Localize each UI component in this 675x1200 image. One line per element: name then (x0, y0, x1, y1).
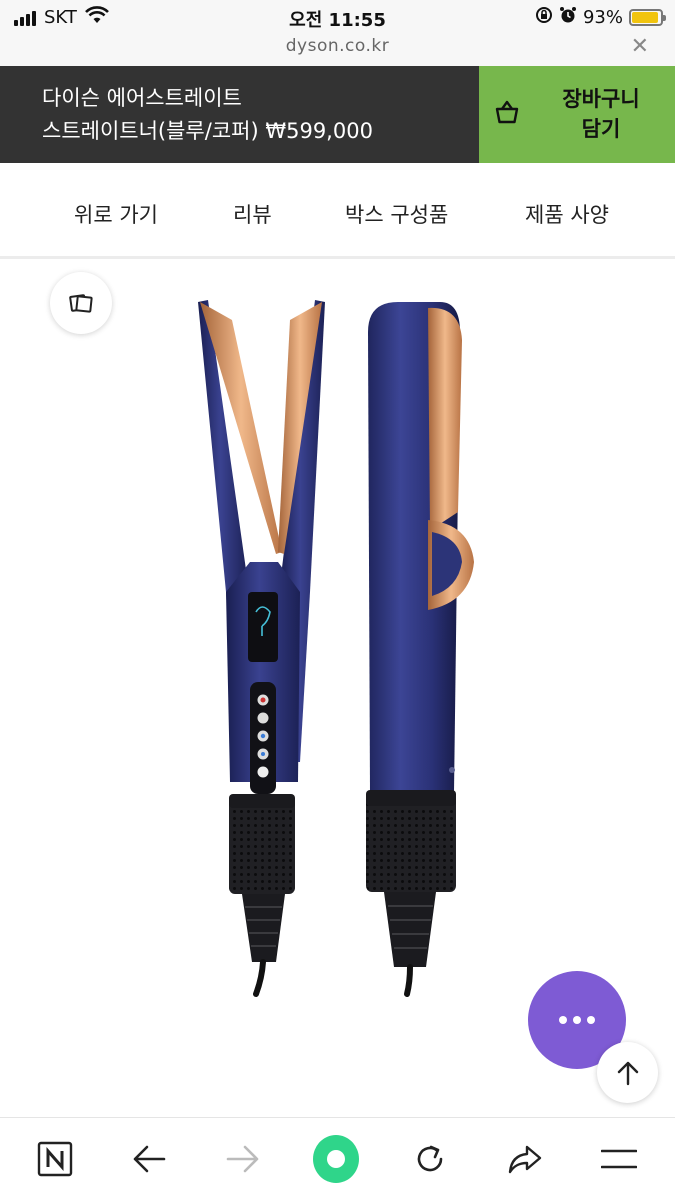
status-right: 93% (535, 6, 666, 29)
more-icon (559, 1016, 567, 1024)
cart-label-line1: 장바구니 (562, 87, 640, 111)
status-bar: SKT 오전 11:55 93% (0, 0, 675, 34)
back-icon (133, 1145, 166, 1173)
battery-icon (629, 9, 666, 26)
gallery-button[interactable] (50, 272, 112, 334)
straightener-open (198, 300, 325, 997)
browser-toolbar (0, 1117, 675, 1200)
orientation-lock-icon (535, 6, 553, 29)
product-name-line1: 다이슨 에어스트레이트 (42, 86, 242, 110)
tab-box-contents[interactable]: 박스 구성품 (345, 199, 448, 229)
menu-icon (601, 1149, 637, 1169)
product-image-area (0, 262, 675, 1117)
forward-icon (226, 1145, 259, 1173)
url-bar[interactable]: dyson.co.kr ✕ (0, 34, 675, 66)
tab-go-top[interactable]: 위로 가기 (74, 199, 158, 229)
back-button[interactable] (126, 1136, 172, 1182)
product-header: 다이슨 에어스트레이트 스트레이트너(블루/코퍼) ₩599,000 장바구니 … (0, 66, 675, 163)
cart-label: 장바구니 담기 (537, 84, 665, 144)
reload-button[interactable] (407, 1136, 453, 1182)
naver-icon (37, 1141, 73, 1177)
share-icon (508, 1145, 542, 1174)
naver-button[interactable] (32, 1136, 78, 1182)
gallery-icon (69, 294, 93, 313)
forward-button[interactable] (220, 1136, 266, 1182)
alarm-icon (559, 6, 577, 29)
home-dot-icon (313, 1135, 359, 1183)
cart-label-line2: 담기 (581, 117, 621, 141)
arrow-up-icon (617, 1061, 638, 1085)
scroll-top-button[interactable] (597, 1042, 658, 1103)
url-text[interactable]: dyson.co.kr (0, 36, 675, 56)
home-button[interactable] (313, 1135, 359, 1183)
add-to-cart-button[interactable]: 장바구니 담기 (479, 66, 675, 163)
straightener-closed (366, 302, 474, 997)
battery-percent: 93% (582, 7, 623, 28)
share-button[interactable] (502, 1136, 548, 1182)
section-tabs: 위로 가기 리뷰 박스 구성품 제품 사양 (0, 163, 675, 259)
product-title: 다이슨 에어스트레이트 스트레이트너(블루/코퍼) ₩599,000 (42, 82, 462, 148)
product-name-line2: 스트레이트너(블루/코퍼) ₩599,000 (42, 119, 373, 143)
tab-specs[interactable]: 제품 사양 (525, 199, 609, 229)
menu-button[interactable] (596, 1136, 642, 1182)
reload-icon (417, 1145, 443, 1172)
tab-review[interactable]: 리뷰 (233, 199, 272, 229)
close-icon[interactable]: ✕ (631, 34, 649, 59)
shopping-bag-icon (495, 100, 519, 124)
